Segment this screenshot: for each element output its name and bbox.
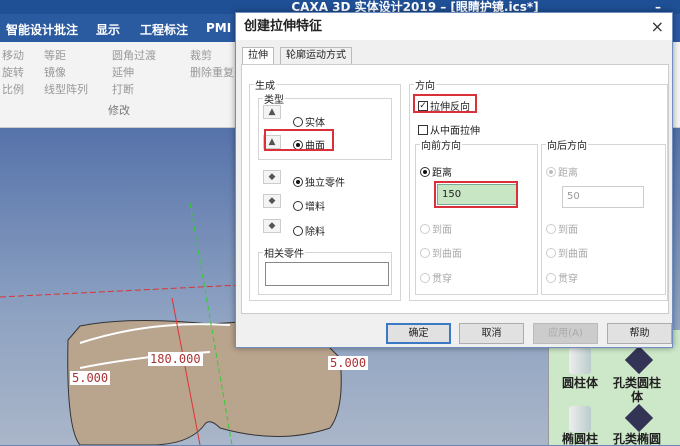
radio-label: 实体 <box>305 118 325 129</box>
type-label: 类型 <box>263 91 285 106</box>
menu-pmi[interactable]: PMI <box>206 21 231 35</box>
dialog-title-bar[interactable]: 创建拉伸特征 <box>236 13 672 40</box>
add-material-icon: ◆ <box>263 194 281 208</box>
radio-backward-to-surface[interactable]: 到曲面 <box>546 245 588 260</box>
forward-direction-group: 向前方向 距离 150 到面 到曲面 贯穿 <box>415 137 538 295</box>
ribbon-mirror[interactable]: 镜像 <box>44 64 66 80</box>
radio-forward-distance[interactable]: 距离 <box>420 164 452 179</box>
solid-icon: ▲ <box>263 105 281 119</box>
radio-independent-part[interactable]: 独立零件 <box>293 174 345 189</box>
checkbox-label: 拉伸反向 <box>430 102 470 113</box>
dialog-title: 创建拉伸特征 <box>244 19 323 34</box>
radio-label: 距离 <box>558 168 578 179</box>
radio-label: 到曲面 <box>432 249 462 260</box>
dimension-label[interactable]: 180.000 <box>148 352 203 366</box>
apply-button[interactable]: 应用(A) <box>533 323 598 344</box>
panel-item-hole-cylinder[interactable]: 孔类圆柱体 <box>611 376 663 404</box>
dimension-label[interactable]: 5.000 <box>328 356 369 370</box>
radio-label: 除料 <box>305 227 325 238</box>
remove-material-icon: ◆ <box>263 219 281 233</box>
backward-direction-group: 向后方向 距离 50 到面 到曲面 贯穿 <box>541 137 666 295</box>
ribbon-offset[interactable]: 等距 <box>44 47 66 63</box>
radio-forward-through[interactable]: 贯穿 <box>420 270 452 285</box>
forward-label: 向前方向 <box>420 137 462 152</box>
radio-backward-distance[interactable]: 距离 <box>546 164 578 179</box>
ribbon-rotate[interactable]: 旋转 <box>2 64 24 80</box>
ribbon-group-label: 修改 <box>108 104 130 117</box>
tab-profile-motion[interactable]: 轮廓运动方式 <box>280 47 352 65</box>
panel-item-cylinder[interactable]: 圆柱体 <box>554 376 606 390</box>
radio-backward-through[interactable]: 贯穿 <box>546 270 578 285</box>
hole-cylinder-icon[interactable] <box>624 345 654 375</box>
elliptic-cylinder-icon[interactable] <box>569 406 591 432</box>
extrude-feature-dialog: 创建拉伸特征 × 拉伸 轮廓运动方式 生成 类型 ▲ 实体 ▲ 曲面 ◆ 独立零… <box>235 12 673 348</box>
ok-button[interactable]: 确定 <box>386 323 451 344</box>
highlight-box <box>434 181 518 208</box>
ribbon-fillet[interactable]: 圆角过渡 <box>112 47 156 63</box>
checkbox-midplane[interactable]: 从中面拉伸 <box>418 122 480 137</box>
hole-ellipse-icon[interactable] <box>624 403 654 433</box>
radio-remove-material[interactable]: 除料 <box>293 223 325 238</box>
panel-item-hole-ellipse[interactable]: 孔类椭圆 <box>611 432 663 446</box>
ribbon-break[interactable]: 打断 <box>112 81 134 97</box>
direction-label: 方向 <box>414 77 436 92</box>
radio-backward-to-face[interactable]: 到面 <box>546 221 578 236</box>
ribbon-delete-duplicate[interactable]: 删除重复 <box>190 64 234 80</box>
menu-engineering-annotation[interactable]: 工程标注 <box>140 21 188 38</box>
cylinder-icon[interactable] <box>569 348 591 374</box>
radio-label: 贯穿 <box>432 274 452 285</box>
checkbox-label: 从中面拉伸 <box>430 126 480 137</box>
radio-label: 到面 <box>432 225 452 236</box>
radio-label: 到面 <box>558 225 578 236</box>
related-part-label: 相关零件 <box>263 245 305 260</box>
ribbon-trim[interactable]: 裁剪 <box>190 47 212 63</box>
ribbon-linear-array[interactable]: 线型阵列 <box>44 81 88 97</box>
cancel-button[interactable]: 取消 <box>459 323 524 344</box>
generate-label: 生成 <box>254 77 276 92</box>
backward-label: 向后方向 <box>546 137 588 152</box>
radio-forward-to-surface[interactable]: 到曲面 <box>420 245 462 260</box>
close-icon[interactable]: × <box>651 17 664 36</box>
backward-distance-input[interactable]: 50 <box>562 186 644 208</box>
generate-group: 生成 类型 ▲ 实体 ▲ 曲面 ◆ 独立零件 ◆ 增料 ◆ 除料 相关零件 <box>249 77 401 301</box>
menu-display[interactable]: 显示 <box>96 21 120 38</box>
radio-label: 贯穿 <box>558 274 578 285</box>
related-part-input[interactable] <box>265 262 389 286</box>
radio-add-material[interactable]: 增料 <box>293 198 325 213</box>
help-button[interactable]: 帮助 <box>607 323 672 344</box>
radio-solid[interactable]: 实体 <box>293 114 325 129</box>
direction-group: 方向 ✓ 拉伸反向 从中面拉伸 向前方向 距离 150 到面 到曲面 贯穿 向后方… <box>409 77 668 301</box>
highlight-box <box>264 129 334 151</box>
dimension-label[interactable]: 5.000 <box>70 371 111 385</box>
tab-page: 生成 类型 ▲ 实体 ▲ 曲面 ◆ 独立零件 ◆ 增料 ◆ 除料 相关零件 方向… <box>241 64 669 314</box>
ribbon-scale[interactable]: 比例 <box>2 81 24 97</box>
checkbox-reverse[interactable]: ✓ 拉伸反向 <box>418 98 470 113</box>
radio-label: 独立零件 <box>305 178 345 189</box>
panel-item-elliptic-cylinder[interactable]: 椭圆柱 <box>554 432 606 446</box>
menu-smart-annotation[interactable]: 智能设计批注 <box>6 21 78 38</box>
radio-label: 到曲面 <box>558 249 588 260</box>
radio-label: 增料 <box>305 202 325 213</box>
radio-forward-to-face[interactable]: 到面 <box>420 221 452 236</box>
related-part-group: 相关零件 <box>258 245 392 295</box>
ribbon-move[interactable]: 移动 <box>2 47 24 63</box>
ribbon-extend[interactable]: 延伸 <box>112 64 134 80</box>
independent-part-icon: ◆ <box>263 170 281 184</box>
radio-label: 距离 <box>432 168 452 179</box>
